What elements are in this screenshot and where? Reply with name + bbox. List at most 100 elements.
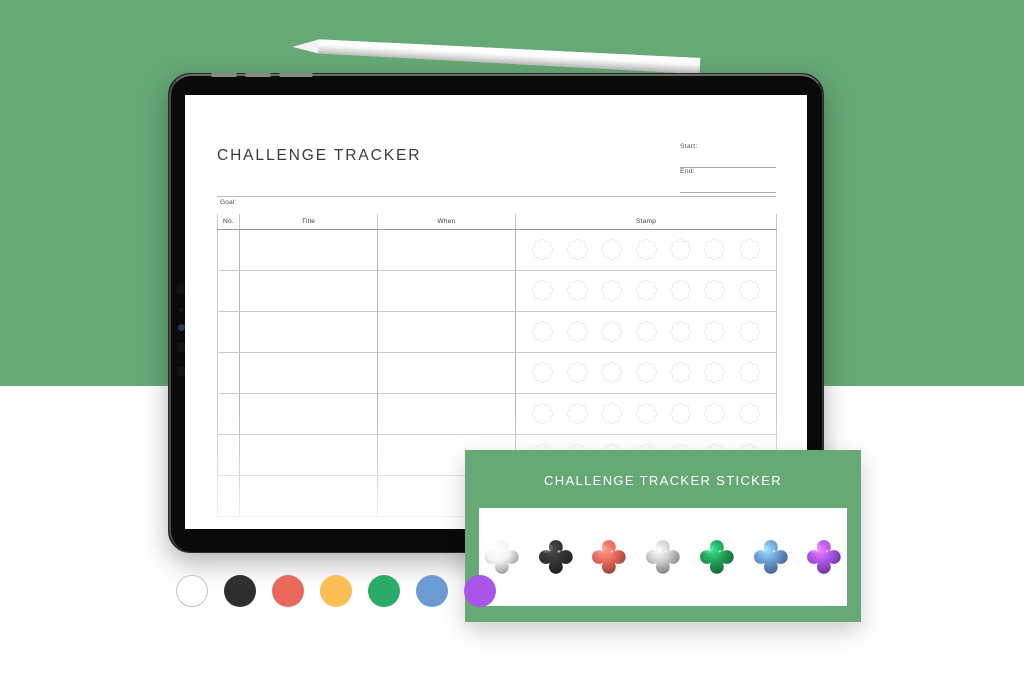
sticker-list	[479, 508, 847, 606]
cell-when[interactable]	[377, 228, 516, 271]
start-date-field[interactable]: Start:	[680, 143, 776, 168]
swatch-red[interactable]	[272, 575, 304, 607]
stamp-outline-icon[interactable]	[565, 237, 590, 262]
column-header-no: No.	[217, 214, 240, 230]
stamp-outline-icon[interactable]	[599, 360, 624, 385]
sticker-red[interactable]	[586, 534, 632, 580]
stamp-outline-icon[interactable]	[565, 278, 590, 303]
color-palette	[176, 575, 496, 607]
tablet-side-port-2	[179, 308, 183, 312]
cell-when[interactable]	[377, 310, 516, 353]
cell-when[interactable]	[377, 351, 516, 394]
stamp-outline-icon[interactable]	[668, 237, 693, 262]
stamp-outline-icon[interactable]	[634, 360, 659, 385]
stamp-outline-icon[interactable]	[599, 401, 624, 426]
date-range-fields: Start: End:	[680, 143, 776, 193]
stamp-outline-icon[interactable]	[737, 360, 762, 385]
cell-no[interactable]	[217, 269, 240, 312]
sticker-purple[interactable]	[801, 534, 847, 580]
stamp-outline-icon[interactable]	[737, 319, 762, 344]
cell-stamps	[515, 392, 777, 435]
cell-title[interactable]	[239, 392, 378, 435]
cell-no[interactable]	[217, 310, 240, 353]
page-title: CHALLENGE TRACKER	[217, 147, 422, 164]
stamp-outline-icon[interactable]	[634, 401, 659, 426]
cell-stamps	[515, 351, 777, 394]
stamp-group	[516, 230, 776, 270]
stamp-outline-icon[interactable]	[599, 237, 624, 262]
stamp-outline-icon[interactable]	[737, 278, 762, 303]
table-row	[217, 228, 777, 271]
stamp-outline-icon[interactable]	[530, 278, 555, 303]
stamp-outline-icon[interactable]	[668, 278, 693, 303]
cell-no[interactable]	[217, 228, 240, 271]
cell-title[interactable]	[239, 269, 378, 312]
table-header-row: No. Title When Stamp	[217, 214, 777, 230]
stamp-outline-icon[interactable]	[634, 319, 659, 344]
sticker-panel-title: CHALLENGE TRACKER STICKER	[544, 473, 782, 488]
swatch-black[interactable]	[224, 575, 256, 607]
cell-stamps	[515, 269, 777, 312]
end-underline	[680, 192, 776, 193]
cell-no[interactable]	[217, 474, 240, 517]
stamp-outline-icon[interactable]	[702, 360, 727, 385]
sticker-well	[479, 508, 847, 606]
stamp-outline-icon[interactable]	[634, 278, 659, 303]
column-header-stamp: Stamp	[515, 214, 777, 230]
column-header-when: When	[377, 214, 516, 230]
stamp-outline-icon[interactable]	[599, 278, 624, 303]
goal-label: Goal:	[220, 199, 237, 206]
cell-when[interactable]	[377, 392, 516, 435]
start-label: Start:	[680, 143, 698, 150]
stamp-outline-icon[interactable]	[702, 278, 727, 303]
swatch-blue[interactable]	[416, 575, 448, 607]
stamp-outline-icon[interactable]	[668, 401, 693, 426]
sticker-yellow[interactable]	[640, 534, 686, 580]
scene: CHALLENGE TRACKER Start: End: Goal: No. …	[0, 0, 1024, 684]
swatch-purple[interactable]	[464, 575, 496, 607]
sticker-white[interactable]	[479, 534, 525, 580]
tablet-side-port-3	[178, 324, 185, 331]
cell-title[interactable]	[239, 228, 378, 271]
stamp-outline-icon[interactable]	[737, 237, 762, 262]
stamp-outline-icon[interactable]	[702, 319, 727, 344]
stamp-outline-icon[interactable]	[668, 360, 693, 385]
stamp-outline-icon[interactable]	[702, 401, 727, 426]
tablet-top-button-3[interactable]	[279, 73, 313, 77]
stamp-outline-icon[interactable]	[599, 319, 624, 344]
swatch-yellow[interactable]	[320, 575, 352, 607]
swatch-green[interactable]	[368, 575, 400, 607]
cell-title[interactable]	[239, 310, 378, 353]
table-row	[217, 392, 777, 435]
cell-stamps	[515, 228, 777, 271]
tablet-top-button-2[interactable]	[245, 73, 271, 77]
stamp-outline-icon[interactable]	[530, 401, 555, 426]
swatch-white[interactable]	[176, 575, 208, 607]
stamp-outline-icon[interactable]	[530, 237, 555, 262]
tablet-top-button-1[interactable]	[211, 73, 237, 77]
stamp-outline-icon[interactable]	[565, 401, 590, 426]
cell-title[interactable]	[239, 433, 378, 476]
end-date-field[interactable]: End:	[680, 168, 776, 193]
stamp-outline-icon[interactable]	[737, 401, 762, 426]
cell-title[interactable]	[239, 474, 378, 517]
cell-no[interactable]	[217, 392, 240, 435]
cell-no[interactable]	[217, 351, 240, 394]
stamp-group	[516, 353, 776, 393]
cell-title[interactable]	[239, 351, 378, 394]
stamp-outline-icon[interactable]	[530, 360, 555, 385]
stamp-outline-icon[interactable]	[565, 360, 590, 385]
sticker-black[interactable]	[533, 534, 579, 580]
sticker-green[interactable]	[694, 534, 740, 580]
stamp-outline-icon[interactable]	[702, 237, 727, 262]
stamp-outline-icon[interactable]	[634, 237, 659, 262]
stamp-outline-icon[interactable]	[530, 319, 555, 344]
sticker-blue[interactable]	[748, 534, 794, 580]
cell-stamps	[515, 310, 777, 353]
stamp-outline-icon[interactable]	[565, 319, 590, 344]
table-row	[217, 310, 777, 353]
cell-when[interactable]	[377, 269, 516, 312]
cell-no[interactable]	[217, 433, 240, 476]
stamp-outline-icon[interactable]	[668, 319, 693, 344]
stamp-group	[516, 271, 776, 311]
